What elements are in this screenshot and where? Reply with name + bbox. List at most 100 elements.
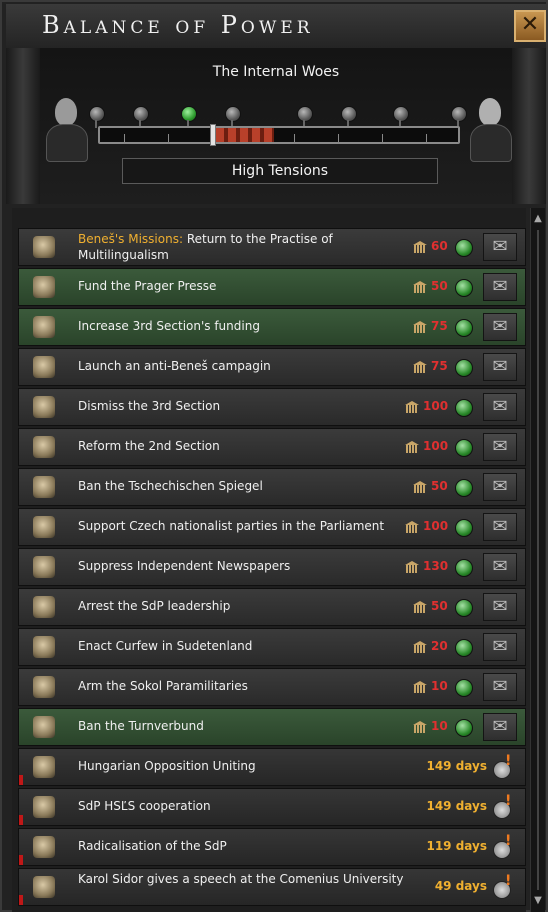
scroll-track[interactable] [537, 230, 539, 890]
political-power-icon [405, 441, 419, 454]
mission-days-remaining: 119 days [426, 839, 487, 853]
range-node-stem [95, 120, 97, 128]
decision-row[interactable]: Ban the Turnverbund 10 ✉ [18, 708, 526, 746]
tension-status: High Tensions [122, 158, 438, 184]
mission-row[interactable]: Radicalisation of the SdP 119 days! [18, 828, 526, 866]
take-decision-envelope-icon[interactable]: ✉ [483, 393, 517, 421]
range-node [451, 106, 467, 122]
bust-left-icon [44, 94, 88, 168]
available-indicator [455, 719, 473, 737]
available-indicator [455, 359, 473, 377]
decision-row[interactable]: Launch an anti-Beneš campagin 75 ✉ [18, 348, 526, 386]
political-power-icon [405, 561, 419, 574]
take-decision-envelope-icon[interactable]: ✉ [483, 313, 517, 341]
decision-label: Ban the Turnverbund [78, 719, 204, 733]
take-decision-envelope-icon[interactable]: ✉ [483, 593, 517, 621]
decision-row[interactable]: Fund the Prager Presse 50 ✉ [18, 268, 526, 306]
available-indicator [455, 239, 473, 257]
political-power-icon [413, 481, 427, 494]
track-tick [124, 134, 125, 144]
take-decision-envelope-icon[interactable]: ✉ [483, 473, 517, 501]
decision-row[interactable]: Suppress Independent Newspapers 130 ✉ [18, 548, 526, 586]
decision-row[interactable]: Reform the 2nd Section 100 ✉ [18, 428, 526, 466]
decision-label: Ban the Tschechischen Spiegel [78, 479, 263, 493]
decision-label: Enact Curfew in Sudetenland [78, 639, 253, 653]
track-tick [426, 134, 427, 144]
decision-label: Fund the Prager Presse [78, 279, 217, 293]
decision-row[interactable]: Arm the Sokol Paramilitaries 10 ✉ [18, 668, 526, 706]
available-indicator [455, 399, 473, 417]
available-indicator [455, 519, 473, 537]
mission-days-remaining: 149 days [426, 759, 487, 773]
mission-label: Hungarian Opposition Uniting [78, 759, 256, 773]
decision-row[interactable]: Support Czech nationalist parties in the… [18, 508, 526, 546]
political-power-icon [413, 321, 427, 334]
soldiers-icon [33, 516, 55, 538]
take-decision-envelope-icon[interactable]: ✉ [483, 513, 517, 541]
decision-cost: 60 [431, 239, 448, 253]
decision-cost: 100 [423, 399, 449, 413]
take-decision-envelope-icon[interactable]: ✉ [483, 233, 517, 261]
mission-label: Radicalisation of the SdP [78, 839, 227, 853]
statue-icon [33, 236, 55, 258]
take-decision-envelope-icon[interactable]: ✉ [483, 713, 517, 741]
range-node [297, 106, 313, 122]
close-button[interactable]: ✕ [514, 10, 546, 42]
decision-cost: 10 [431, 679, 448, 693]
decision-cost: 20 [431, 639, 448, 653]
decision-row[interactable]: Arrest the SdP leadership 50 ✉ [18, 588, 526, 626]
available-indicator [455, 639, 473, 657]
title-bar: Balance of Power ✕ [6, 4, 546, 49]
mission-label: Karol Sidor gives a speech at the Comeni… [78, 872, 404, 886]
take-decision-envelope-icon[interactable]: ✉ [483, 673, 517, 701]
political-power-icon [413, 361, 427, 374]
decision-row[interactable]: Dismiss the 3rd Section 100 ✉ [18, 388, 526, 426]
soldiers-icon [33, 676, 55, 698]
available-indicator [455, 559, 473, 577]
political-power-icon [405, 401, 419, 414]
decision-cost: 100 [423, 439, 449, 453]
handcuffs-icon [33, 556, 55, 578]
mission-row[interactable]: Karol Sidor gives a speech at the Comeni… [18, 868, 526, 906]
decision-row[interactable]: Beneš's Missions: Return to the Practise… [18, 228, 526, 266]
close-icon: ✕ [520, 12, 540, 37]
decision-cost: 10 [431, 719, 448, 733]
decision-cost: 50 [431, 279, 448, 293]
decision-cost: 75 [431, 359, 448, 373]
track-tick [338, 134, 339, 144]
take-decision-envelope-icon[interactable]: ✉ [483, 273, 517, 301]
take-decision-envelope-icon[interactable]: ✉ [483, 433, 517, 461]
helmet-icon [33, 636, 55, 658]
mission-progress-flag [19, 775, 23, 785]
window-title: Balance of Power [42, 11, 314, 39]
scroll-up-icon[interactable]: ▲ [531, 212, 545, 226]
decision-row[interactable]: Increase 3rd Section's funding 75 ✉ [18, 308, 526, 346]
range-node [181, 106, 197, 122]
decision-row[interactable]: Enact Curfew in Sudetenland 20 ✉ [18, 628, 526, 666]
stopwatch-alert-icon: ! [493, 873, 513, 899]
take-decision-envelope-icon[interactable]: ✉ [483, 553, 517, 581]
decision-row[interactable]: Ban the Tschechischen Spiegel 50 ✉ [18, 468, 526, 506]
take-decision-envelope-icon[interactable]: ✉ [483, 633, 517, 661]
take-decision-envelope-icon[interactable]: ✉ [483, 353, 517, 381]
decision-label: Suppress Independent Newspapers [78, 559, 291, 573]
mission-days-remaining: 49 days [434, 879, 487, 893]
scrollbar[interactable]: ▲ ▼ [530, 208, 545, 912]
scroll-down-icon[interactable]: ▼ [531, 894, 545, 908]
decision-cost: 75 [431, 319, 448, 333]
available-indicator [455, 439, 473, 457]
available-indicator [455, 679, 473, 697]
helmet-icon [33, 596, 55, 618]
mission-label: SdP HSĽS cooperation [78, 799, 211, 813]
bust-right-icon [468, 94, 512, 168]
mission-row[interactable]: Hungarian Opposition Uniting 149 days! [18, 748, 526, 786]
document-icon [33, 396, 55, 418]
political-power-icon [413, 721, 427, 734]
political-power-icon [413, 601, 427, 614]
political-power-icon [413, 241, 427, 254]
mission-row[interactable]: SdP HSĽS cooperation 149 days! [18, 788, 526, 826]
decision-label: Arm the Sokol Paramilitaries [78, 679, 248, 693]
balance-track [98, 124, 460, 146]
decision-cost: 100 [423, 519, 449, 533]
decisions-list: Beneš's Missions: Return to the Practise… [12, 208, 526, 912]
